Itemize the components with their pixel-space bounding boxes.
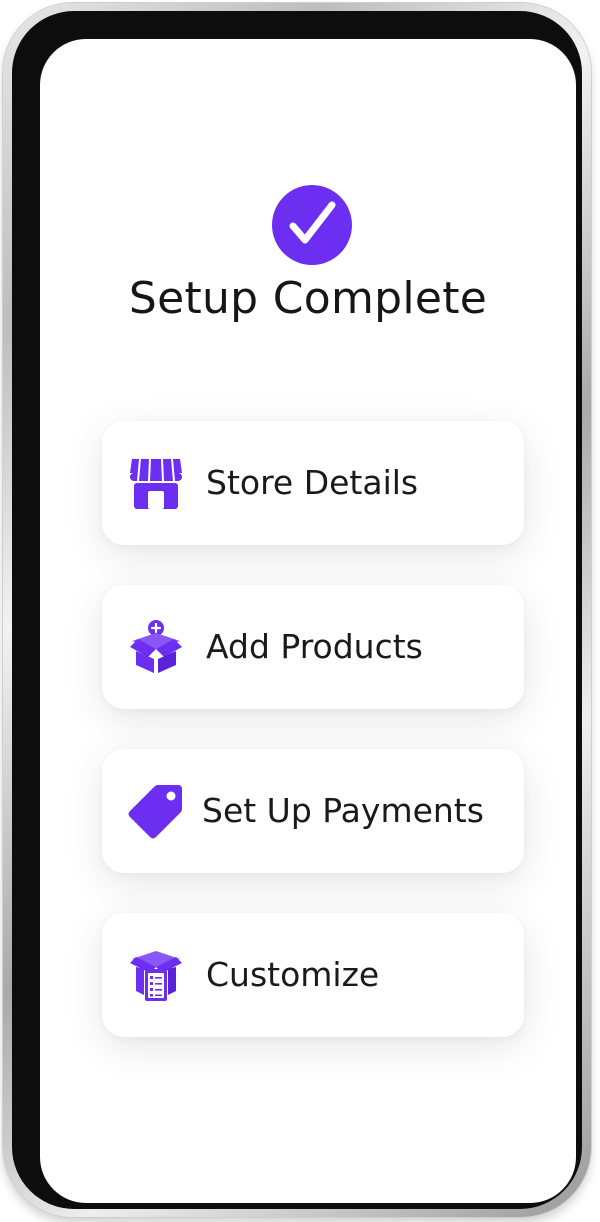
add-products-label: Add Products bbox=[206, 627, 423, 666]
add-products-card[interactable]: Add Products bbox=[102, 585, 524, 709]
customize-card[interactable]: Customize bbox=[102, 913, 524, 1037]
set-up-payments-label: Set Up Payments bbox=[202, 791, 484, 830]
phone-screen: Setup Complete Store Details Add Product… bbox=[40, 39, 576, 1203]
check-circle-icon bbox=[272, 185, 352, 265]
page-title: Setup Complete bbox=[128, 273, 488, 324]
storefront-icon bbox=[128, 455, 184, 511]
store-details-label: Store Details bbox=[206, 463, 419, 502]
box-plus-icon bbox=[128, 619, 184, 675]
phone-bezel: Setup Complete Store Details Add Product… bbox=[12, 11, 582, 1209]
customize-label: Customize bbox=[206, 955, 380, 994]
set-up-payments-card[interactable]: Set Up Payments bbox=[102, 749, 524, 873]
setup-step-list: Store Details Add Products Set Up Paymen… bbox=[102, 421, 524, 1077]
phone-frame: Setup Complete Store Details Add Product… bbox=[3, 3, 591, 1217]
price-tag-icon bbox=[128, 783, 184, 839]
box-checklist-icon bbox=[128, 947, 184, 1003]
store-details-card[interactable]: Store Details bbox=[102, 421, 524, 545]
